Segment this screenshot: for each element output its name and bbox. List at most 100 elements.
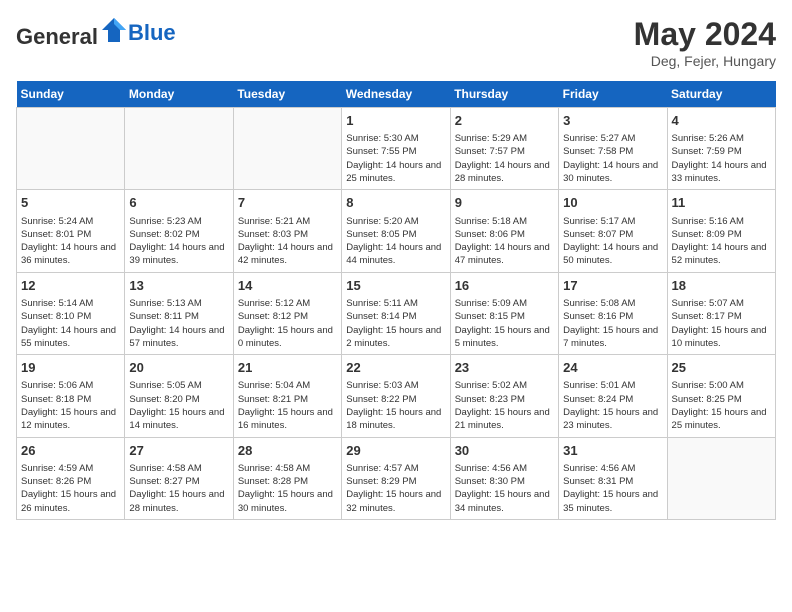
calendar-cell: 10 Sunrise: 5:17 AM Sunset: 8:07 PM Dayli… xyxy=(559,190,667,272)
day-number: 23 xyxy=(455,359,554,377)
day-header-sunday: Sunday xyxy=(17,81,125,108)
calendar-cell: 16 Sunrise: 5:09 AM Sunset: 8:15 PM Dayli… xyxy=(450,272,558,354)
title-area: May 2024 Deg, Fejer, Hungary xyxy=(634,16,776,69)
calendar-cell: 7 Sunrise: 5:21 AM Sunset: 8:03 PM Daylig… xyxy=(233,190,341,272)
day-info: Sunrise: 5:06 AM Sunset: 8:18 PM Dayligh… xyxy=(21,379,120,432)
calendar-cell: 24 Sunrise: 5:01 AM Sunset: 8:24 PM Dayli… xyxy=(559,355,667,437)
calendar-cell: 28 Sunrise: 4:58 AM Sunset: 8:28 PM Dayli… xyxy=(233,437,341,519)
day-info: Sunrise: 4:57 AM Sunset: 8:29 PM Dayligh… xyxy=(346,462,445,515)
day-number: 17 xyxy=(563,277,662,295)
week-row-2: 5Sunrise: 5:24 AM Sunset: 8:01 PM Daylig… xyxy=(17,190,776,272)
calendar-cell: 27 Sunrise: 4:58 AM Sunset: 8:27 PM Dayli… xyxy=(125,437,233,519)
calendar-cell: 6 Sunrise: 5:23 AM Sunset: 8:02 PM Daylig… xyxy=(125,190,233,272)
logo-general: General xyxy=(16,24,98,49)
month-year-title: May 2024 xyxy=(634,16,776,53)
week-row-4: 19 Sunrise: 5:06 AM Sunset: 8:18 PM Dayli… xyxy=(17,355,776,437)
day-number: 15 xyxy=(346,277,445,295)
day-info: Sunrise: 5:21 AM Sunset: 8:03 PM Dayligh… xyxy=(238,215,337,268)
day-number: 22 xyxy=(346,359,445,377)
day-number: 27 xyxy=(129,442,228,460)
calendar-table: SundayMondayTuesdayWednesdayThursdayFrid… xyxy=(16,81,776,520)
day-info: Sunrise: 5:30 AM Sunset: 7:55 PM Dayligh… xyxy=(346,132,445,185)
day-info: Sunrise: 5:27 AM Sunset: 7:58 PM Dayligh… xyxy=(563,132,662,185)
day-number: 10 xyxy=(563,194,662,212)
day-number: 31 xyxy=(563,442,662,460)
day-header-saturday: Saturday xyxy=(667,81,775,108)
day-number: 26 xyxy=(21,442,120,460)
location-subtitle: Deg, Fejer, Hungary xyxy=(634,53,776,69)
day-number: 25 xyxy=(672,359,771,377)
calendar-cell: 29 Sunrise: 4:57 AM Sunset: 8:29 PM Dayli… xyxy=(342,437,450,519)
day-number: 24 xyxy=(563,359,662,377)
calendar-cell: 14Sunrise: 5:12 AM Sunset: 8:12 PM Dayli… xyxy=(233,272,341,354)
day-number: 4 xyxy=(672,112,771,130)
calendar-cell: 22Sunrise: 5:03 AM Sunset: 8:22 PM Dayli… xyxy=(342,355,450,437)
day-number: 29 xyxy=(346,442,445,460)
day-info: Sunrise: 5:18 AM Sunset: 8:06 PM Dayligh… xyxy=(455,215,554,268)
calendar-cell: 18 Sunrise: 5:07 AM Sunset: 8:17 PM Dayli… xyxy=(667,272,775,354)
day-number: 1 xyxy=(346,112,445,130)
calendar-cell: 8 Sunrise: 5:20 AM Sunset: 8:05 PM Daylig… xyxy=(342,190,450,272)
calendar-cell xyxy=(233,108,341,190)
day-number: 12 xyxy=(21,277,120,295)
day-header-friday: Friday xyxy=(559,81,667,108)
calendar-cell: 12 Sunrise: 5:14 AM Sunset: 8:10 PM Dayli… xyxy=(17,272,125,354)
day-info: Sunrise: 5:23 AM Sunset: 8:02 PM Dayligh… xyxy=(129,215,228,268)
day-info: Sunrise: 4:56 AM Sunset: 8:30 PM Dayligh… xyxy=(455,462,554,515)
day-info: Sunrise: 5:26 AM Sunset: 7:59 PM Dayligh… xyxy=(672,132,771,185)
day-header-monday: Monday xyxy=(125,81,233,108)
day-info: Sunrise: 5:16 AM Sunset: 8:09 PM Dayligh… xyxy=(672,215,771,268)
calendar-cell: 3Sunrise: 5:27 AM Sunset: 7:58 PM Daylig… xyxy=(559,108,667,190)
logo-blue: Blue xyxy=(128,20,176,46)
day-number: 19 xyxy=(21,359,120,377)
calendar-cell: 26 Sunrise: 4:59 AM Sunset: 8:26 PM Dayli… xyxy=(17,437,125,519)
day-info: Sunrise: 5:29 AM Sunset: 7:57 PM Dayligh… xyxy=(455,132,554,185)
day-info: Sunrise: 5:05 AM Sunset: 8:20 PM Dayligh… xyxy=(129,379,228,432)
day-info: Sunrise: 5:08 AM Sunset: 8:16 PM Dayligh… xyxy=(563,297,662,350)
calendar-cell xyxy=(667,437,775,519)
day-number: 18 xyxy=(672,277,771,295)
calendar-cell: 19 Sunrise: 5:06 AM Sunset: 8:18 PM Dayli… xyxy=(17,355,125,437)
calendar-cell: 9Sunrise: 5:18 AM Sunset: 8:06 PM Daylig… xyxy=(450,190,558,272)
calendar-cell: 5Sunrise: 5:24 AM Sunset: 8:01 PM Daylig… xyxy=(17,190,125,272)
calendar-cell xyxy=(17,108,125,190)
calendar-cell: 23 Sunrise: 5:02 AM Sunset: 8:23 PM Dayli… xyxy=(450,355,558,437)
calendar-cell: 4 Sunrise: 5:26 AM Sunset: 7:59 PM Daylig… xyxy=(667,108,775,190)
day-number: 28 xyxy=(238,442,337,460)
day-info: Sunrise: 4:59 AM Sunset: 8:26 PM Dayligh… xyxy=(21,462,120,515)
calendar-cell xyxy=(125,108,233,190)
day-info: Sunrise: 4:58 AM Sunset: 8:28 PM Dayligh… xyxy=(238,462,337,515)
day-info: Sunrise: 5:20 AM Sunset: 8:05 PM Dayligh… xyxy=(346,215,445,268)
logo: General Blue xyxy=(16,16,176,50)
day-info: Sunrise: 5:09 AM Sunset: 8:15 PM Dayligh… xyxy=(455,297,554,350)
day-info: Sunrise: 5:14 AM Sunset: 8:10 PM Dayligh… xyxy=(21,297,120,350)
day-number: 14 xyxy=(238,277,337,295)
day-info: Sunrise: 5:04 AM Sunset: 8:21 PM Dayligh… xyxy=(238,379,337,432)
day-number: 16 xyxy=(455,277,554,295)
day-info: Sunrise: 5:02 AM Sunset: 8:23 PM Dayligh… xyxy=(455,379,554,432)
day-number: 7 xyxy=(238,194,337,212)
day-info: Sunrise: 5:07 AM Sunset: 8:17 PM Dayligh… xyxy=(672,297,771,350)
day-number: 6 xyxy=(129,194,228,212)
day-number: 2 xyxy=(455,112,554,130)
logo-icon xyxy=(100,16,128,44)
day-header-tuesday: Tuesday xyxy=(233,81,341,108)
day-info: Sunrise: 4:56 AM Sunset: 8:31 PM Dayligh… xyxy=(563,462,662,515)
week-row-5: 26 Sunrise: 4:59 AM Sunset: 8:26 PM Dayli… xyxy=(17,437,776,519)
calendar-cell: 25 Sunrise: 5:00 AM Sunset: 8:25 PM Dayli… xyxy=(667,355,775,437)
day-info: Sunrise: 5:17 AM Sunset: 8:07 PM Dayligh… xyxy=(563,215,662,268)
calendar-cell: 31 Sunrise: 4:56 AM Sunset: 8:31 PM Dayli… xyxy=(559,437,667,519)
day-header-wednesday: Wednesday xyxy=(342,81,450,108)
calendar-cell: 2 Sunrise: 5:29 AM Sunset: 7:57 PM Daylig… xyxy=(450,108,558,190)
week-row-1: 1 Sunrise: 5:30 AM Sunset: 7:55 PM Daylig… xyxy=(17,108,776,190)
days-of-week-row: SundayMondayTuesdayWednesdayThursdayFrid… xyxy=(17,81,776,108)
day-number: 8 xyxy=(346,194,445,212)
day-info: Sunrise: 5:01 AM Sunset: 8:24 PM Dayligh… xyxy=(563,379,662,432)
calendar-cell: 15Sunrise: 5:11 AM Sunset: 8:14 PM Dayli… xyxy=(342,272,450,354)
calendar-cell: 1 Sunrise: 5:30 AM Sunset: 7:55 PM Daylig… xyxy=(342,108,450,190)
day-number: 30 xyxy=(455,442,554,460)
day-info: Sunrise: 5:24 AM Sunset: 8:01 PM Dayligh… xyxy=(21,215,120,268)
day-info: Sunrise: 4:58 AM Sunset: 8:27 PM Dayligh… xyxy=(129,462,228,515)
day-info: Sunrise: 5:00 AM Sunset: 8:25 PM Dayligh… xyxy=(672,379,771,432)
page-header: General Blue May 2024 Deg, Fejer, Hungar… xyxy=(16,16,776,69)
